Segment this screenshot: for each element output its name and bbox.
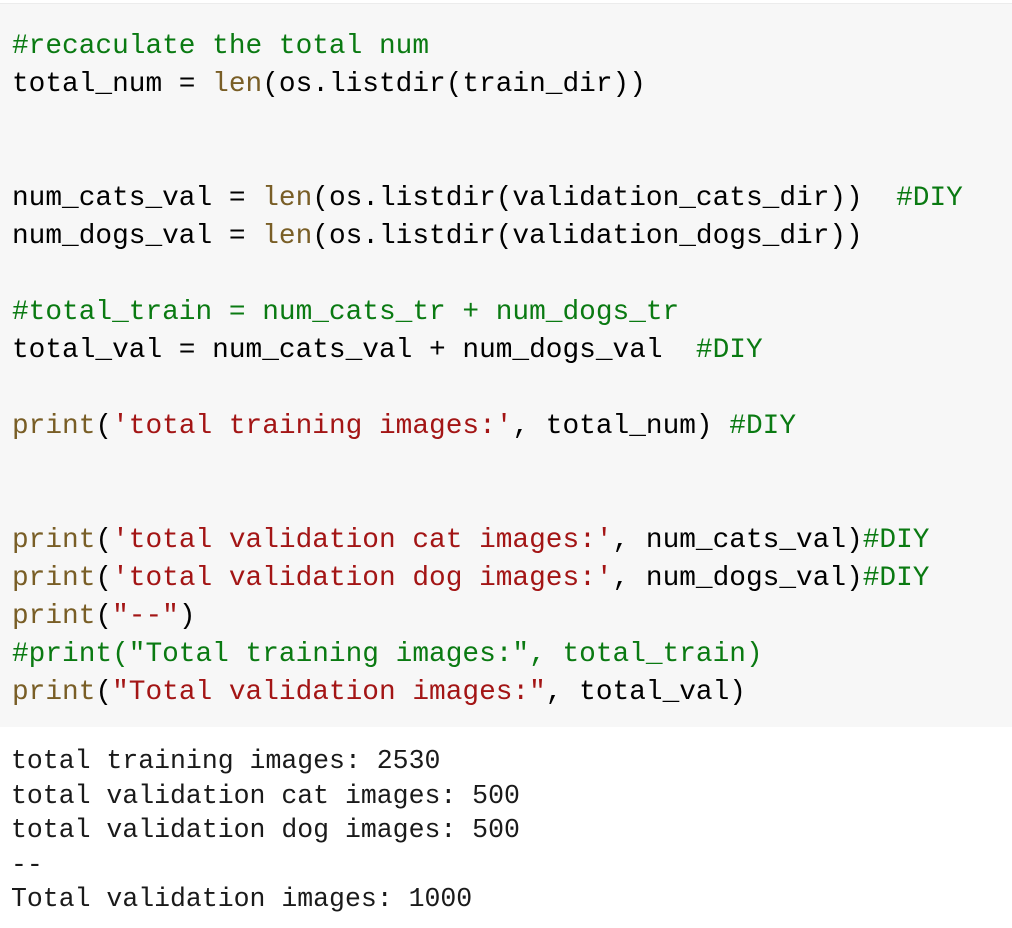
code-text: num_cats_val = [12, 183, 263, 214]
code-line: total_num = len(os.listdir(train_dir)) [12, 66, 963, 104]
code-comment: #DIY [729, 411, 797, 442]
cell-output: total training images: 2530 total validat… [11, 744, 520, 917]
code-comment: #recaculate the total num [12, 31, 430, 62]
code-text: (os.listdir(validation_dogs_dir)) [312, 221, 863, 252]
code-text: ( [95, 601, 113, 632]
code-text: ( [95, 563, 113, 594]
output-line: total validation cat images: 500 [11, 780, 520, 811]
code-comment: #DIY [862, 525, 930, 556]
code-builtin: print [12, 677, 96, 708]
code-comment: #DIY [695, 335, 763, 366]
code-builtin: print [12, 563, 96, 594]
code-string: 'total validation dog images:' [112, 563, 613, 594]
code-line: #recaculate the total num [12, 28, 963, 66]
code-line: print("--") [12, 598, 963, 636]
code-text: ( [95, 677, 113, 708]
output-line: Total validation images: 1000 [11, 884, 473, 915]
code-line: print('total validation cat images:', nu… [12, 522, 963, 560]
code-string: "--" [112, 601, 179, 632]
code-builtin: len [262, 221, 313, 252]
code-string: 'total training images:' [112, 411, 513, 442]
code-line: print('total training images:', total_nu… [12, 408, 963, 446]
code-line: num_dogs_val = len(os.listdir(validation… [12, 218, 963, 256]
output-line: total training images: 2530 [11, 746, 441, 776]
code-text: ) [178, 601, 196, 632]
code-builtin: print [12, 411, 96, 442]
code-text: total_num = [12, 69, 213, 100]
code-line: print("Total validation images:", total_… [12, 674, 963, 712]
code-builtin: print [12, 601, 96, 632]
code-text: , num_dogs_val) [612, 563, 863, 594]
code-text: (os.listdir(train_dir)) [262, 69, 646, 100]
output-line: -- [11, 849, 43, 880]
code-line: num_cats_val = len(os.listdir(validation… [12, 180, 963, 218]
code-line: #print("Total training images:", total_t… [12, 636, 963, 674]
code-text: ( [95, 411, 113, 442]
code-text: num_dogs_val = [12, 221, 263, 252]
output-area: total training images: 2530 total validat… [0, 727, 1012, 928]
code-text: total_val = num_cats_val + num_dogs_val [12, 335, 696, 366]
code-comment: #print("Total training images:", total_t… [12, 639, 763, 670]
code-text: , num_cats_val) [612, 525, 863, 556]
code-text: (os.listdir(validation_cats_dir)) [312, 183, 897, 214]
code-line: #total_train = num_cats_tr + num_dogs_tr [12, 294, 963, 332]
code-string: 'total validation cat images:' [112, 525, 613, 556]
code-builtin: print [12, 525, 96, 556]
code-builtin: len [262, 183, 313, 214]
code-line: total_val = num_cats_val + num_dogs_val … [12, 332, 963, 370]
code-comment: #DIY [896, 183, 963, 214]
code-text: , total_val) [545, 677, 746, 708]
code-comment: #DIY [862, 563, 930, 594]
code-string: "Total validation images:" [112, 677, 546, 708]
code-cell[interactable]: #recaculate the total num total_num = len… [0, 3, 1012, 728]
code-comment: #total_train = num_cats_tr + num_dogs_tr [12, 297, 680, 328]
code-text: ( [95, 525, 113, 556]
code-line: print('total validation dog images:', nu… [12, 560, 963, 598]
code-editor[interactable]: #recaculate the total num total_num = len… [12, 28, 963, 712]
code-builtin: len [212, 69, 263, 100]
output-line: total validation dog images: 500 [11, 815, 520, 846]
code-text: , total_num) [512, 411, 730, 442]
